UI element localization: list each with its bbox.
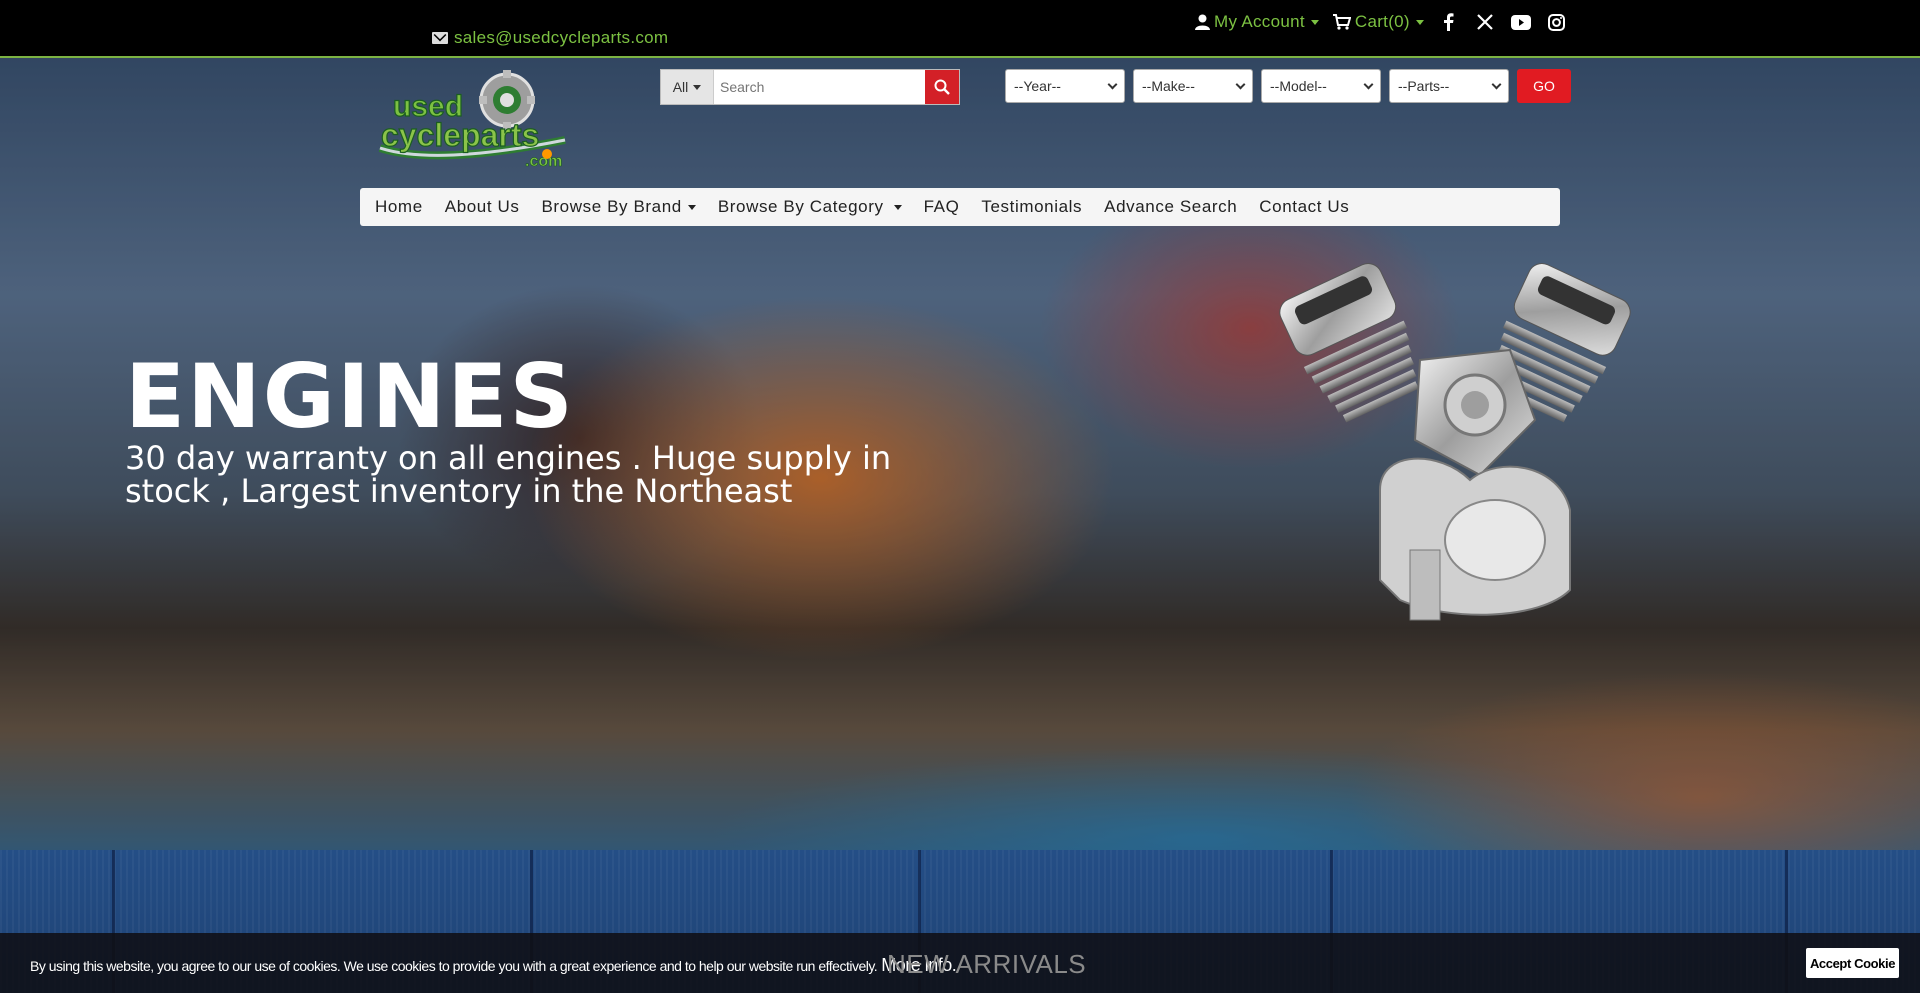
nav-faq[interactable]: FAQ xyxy=(924,197,960,217)
search-icon xyxy=(934,79,950,95)
nav-browse-by-category[interactable]: Browse By Category xyxy=(718,197,902,217)
search-bar: All xyxy=(660,69,960,105)
top-links: My Account Cart(0) xyxy=(1195,12,1568,32)
parts-select-value: --Parts-- xyxy=(1398,78,1450,94)
instagram-icon[interactable] xyxy=(1546,13,1568,31)
parts-select[interactable]: --Parts-- xyxy=(1389,69,1509,103)
main-nav: Home About Us Browse By Brand Browse By … xyxy=(360,188,1560,226)
nav-contact-us[interactable]: Contact Us xyxy=(1259,197,1349,217)
chevron-down-icon xyxy=(1235,79,1246,89)
nav-browse-by-brand-label: Browse By Brand xyxy=(541,197,682,216)
go-button[interactable]: GO xyxy=(1517,69,1571,103)
cart-icon xyxy=(1332,14,1351,30)
nav-about-us[interactable]: About Us xyxy=(445,197,520,217)
nav-testimonials[interactable]: Testimonials xyxy=(981,197,1082,217)
chevron-down-icon xyxy=(1363,79,1374,89)
my-account-label: My Account xyxy=(1214,12,1305,31)
cart-label: Cart(0) xyxy=(1354,12,1410,31)
make-select[interactable]: --Make-- xyxy=(1133,69,1253,103)
year-select-value: --Year-- xyxy=(1014,78,1061,94)
chevron-down-icon xyxy=(687,204,696,210)
chevron-down-icon xyxy=(1107,79,1118,89)
nav-browse-by-brand[interactable]: Browse By Brand xyxy=(541,197,696,217)
chevron-down-icon xyxy=(893,204,902,210)
email-text: sales@usedcycleparts.com xyxy=(454,28,669,47)
hero-subtitle: 30 day warranty on all engines . Huge su… xyxy=(125,439,892,510)
model-select[interactable]: --Model-- xyxy=(1261,69,1381,103)
search-input[interactable] xyxy=(714,70,925,104)
chevron-down-icon xyxy=(1310,19,1319,25)
my-account-menu[interactable]: My Account xyxy=(1195,12,1319,32)
accept-cookie-button[interactable]: Accept Cookie xyxy=(1806,948,1899,978)
top-bar: sales@usedcycleparts.com My Account Cart… xyxy=(0,0,1920,58)
make-select-value: --Make-- xyxy=(1142,78,1195,94)
cookie-banner: By using this website, you agree to our … xyxy=(0,933,1920,993)
vehicle-filter: --Year-- --Make-- --Model-- --Parts-- GO xyxy=(1005,69,1571,103)
new-arrivals-heading: NEW ARRIVALS xyxy=(887,949,1087,979)
cookie-message: By using this website, you agree to our … xyxy=(30,955,957,976)
email-link[interactable]: sales@usedcycleparts.com xyxy=(432,28,668,48)
user-icon xyxy=(1195,14,1210,30)
chevron-down-icon xyxy=(1491,79,1502,89)
cart-menu[interactable]: Cart(0) xyxy=(1332,12,1424,32)
year-select[interactable]: --Year-- xyxy=(1005,69,1125,103)
cookie-text: By using this website, you agree to our … xyxy=(30,958,878,974)
facebook-icon[interactable] xyxy=(1438,13,1460,31)
chevron-down-icon xyxy=(693,84,702,90)
nav-browse-by-category-label: Browse By Category xyxy=(717,197,884,216)
search-scope-dropdown[interactable]: All xyxy=(661,70,714,104)
model-select-value: --Model-- xyxy=(1270,78,1327,94)
x-icon[interactable] xyxy=(1474,14,1496,30)
envelope-icon xyxy=(432,32,448,44)
hero-title: ENGINES xyxy=(125,345,575,448)
chevron-down-icon xyxy=(1415,19,1424,25)
nav-home[interactable]: Home xyxy=(375,197,423,217)
nav-advance-search[interactable]: Advance Search xyxy=(1104,197,1237,217)
svg-text:cycleparts: cycleparts xyxy=(381,117,539,153)
site-logo[interactable]: used cycleparts .com xyxy=(375,70,585,170)
youtube-icon[interactable] xyxy=(1510,14,1532,30)
hero-banner: used cycleparts .com All --Year-- --Make… xyxy=(0,58,1920,850)
engine-image xyxy=(1279,263,1631,621)
search-button[interactable] xyxy=(925,70,959,104)
search-scope-label: All xyxy=(672,79,689,95)
